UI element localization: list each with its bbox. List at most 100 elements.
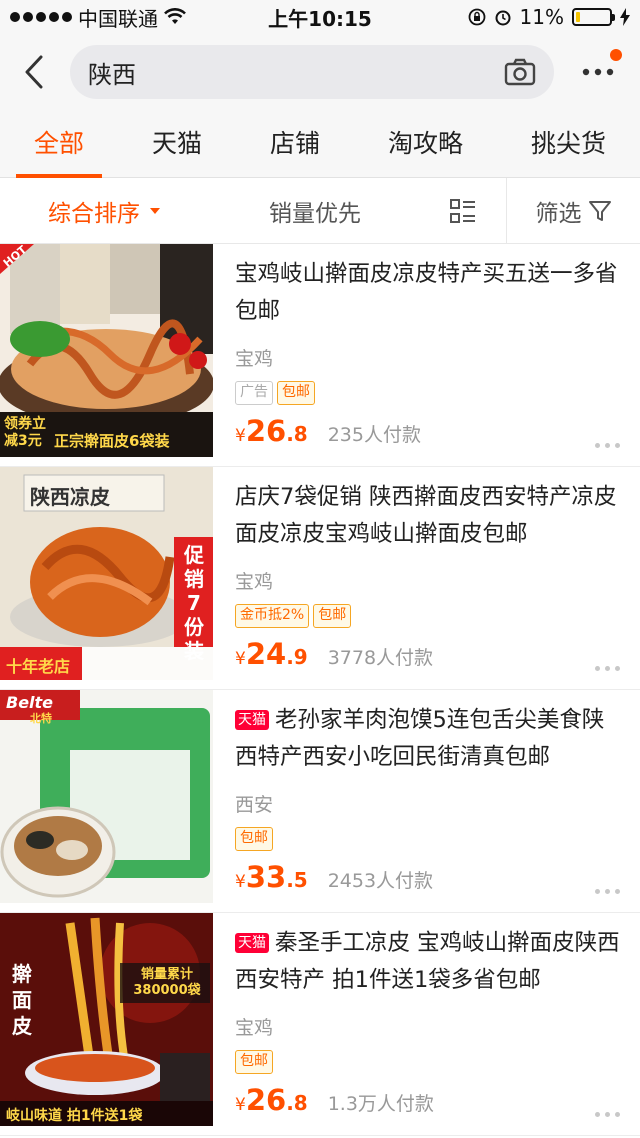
caret-down-icon: [150, 207, 160, 214]
lock-rotation-icon: [468, 8, 485, 26]
more-menu-button[interactable]: [570, 45, 626, 99]
charging-icon: [620, 8, 630, 26]
product-title[interactable]: 宝鸡岐山擀面皮凉皮特产买五送一多省包邮: [235, 256, 622, 330]
battery-icon: [572, 8, 615, 26]
free-shipping-tag: 包邮: [235, 1050, 273, 1074]
coin-deduct-tag: 金币抵2%: [235, 604, 310, 628]
product-title[interactable]: 店庆7袋促销 陕西擀面皮西安特产凉皮面皮凉皮宝鸡岐山擀面皮包邮: [235, 479, 622, 553]
tab-shops[interactable]: 店铺: [260, 110, 330, 178]
tmall-badge: 天猫: [235, 710, 269, 730]
free-shipping-tag: 包邮: [277, 381, 315, 405]
product-location: 宝鸡: [235, 348, 274, 370]
list-view-icon: [450, 198, 475, 223]
sold-count: 2453人付款: [327, 870, 434, 892]
battery-percent: 11%: [519, 5, 564, 29]
price-row: ¥ 26 .8 1.3万人付款: [213, 1083, 640, 1117]
price-row: ¥ 26 .8 235人付款: [213, 414, 640, 448]
image-caption-1: 陕西凉皮: [30, 485, 110, 509]
price-integer: 33: [245, 860, 287, 894]
product-title[interactable]: 天猫 老孙家羊肉泡馍5连包舌尖美食陕西特产西安小吃回民街清真包邮: [235, 702, 622, 776]
product-title[interactable]: 天猫 秦圣手工凉皮 宝鸡岐山擀面皮陕西西安特产 拍1件送1袋多省包邮: [235, 925, 622, 999]
image-caption-1: 领券立减3元: [4, 416, 46, 449]
product-image[interactable]: 陕西凉皮 促销7份装 十年老店: [0, 467, 213, 680]
price-integer: 26: [245, 414, 287, 448]
price-integer: 26: [245, 1083, 287, 1117]
product-image[interactable]: HOT 领券立减3元 正宗擀面皮6袋装: [0, 244, 213, 457]
sort-sales-label: 销量优先: [269, 200, 361, 227]
product-title-text: 店庆7袋促销 陕西擀面皮西安特产凉皮面皮凉皮宝鸡岐山擀面皮包邮: [235, 484, 617, 547]
sold-count: 1.3万人付款: [327, 1093, 434, 1115]
item-more-button[interactable]: [595, 889, 620, 894]
sort-comprehensive-button[interactable]: 综合排序: [0, 178, 210, 243]
image-caption-3: 岐山味道 拍1件送1袋: [6, 1108, 143, 1124]
alarm-icon: [495, 10, 511, 26]
price-decimal: .8: [286, 1091, 308, 1115]
product-location: 西安: [235, 794, 274, 816]
sort-comprehensive-label: 综合排序: [48, 200, 140, 227]
product-location: 宝鸡: [235, 1017, 274, 1039]
status-left: 中国联通: [10, 3, 186, 32]
image-caption-1: 擀面皮: [12, 962, 32, 1038]
product-tags: 包邮: [235, 1050, 622, 1074]
filter-label: 筛选: [535, 200, 582, 227]
product-tags: 包邮: [235, 827, 622, 851]
product-title-text: 秦圣手工凉皮 宝鸡岐山擀面皮陕西西安特产 拍1件送1袋多省包邮: [235, 930, 620, 993]
ad-tag: 广告: [235, 381, 273, 405]
product-card[interactable]: HOT 领券立减3元 正宗擀面皮6袋装 宝鸡岐山擀面皮凉皮特产买五送一多省包邮 …: [0, 244, 640, 467]
notification-dot: [610, 49, 622, 61]
carrier-label: 中国联通: [78, 6, 158, 31]
item-more-button[interactable]: [595, 666, 620, 671]
signal-icon: [10, 12, 72, 22]
category-tabs: 全部 天猫 店铺 淘攻略 挑尖货: [0, 110, 640, 178]
image-caption-2: 销量累计380000袋: [133, 967, 201, 998]
chevron-left-icon: [25, 55, 43, 89]
filter-button[interactable]: 筛选: [506, 178, 640, 243]
product-image[interactable]: 擀面皮 销量累计380000袋 岐山味道 拍1件送1袋: [0, 913, 213, 1126]
wifi-icon: [164, 8, 186, 24]
product-location: 宝鸡: [235, 571, 274, 593]
image-side-text: 促销7份装: [184, 543, 204, 663]
view-toggle-button[interactable]: [420, 178, 506, 243]
search-header: 陕西: [0, 34, 640, 110]
brand-logo-cn: 北特: [30, 712, 52, 725]
search-input[interactable]: 陕西: [70, 45, 554, 99]
price-row: ¥ 33 .5 2453人付款: [213, 860, 640, 894]
more-dots-icon: [582, 68, 614, 76]
currency-symbol: ¥: [235, 649, 246, 669]
free-shipping-tag: 包邮: [235, 827, 273, 851]
camera-icon[interactable]: [504, 58, 536, 86]
product-title-text: 老孙家羊肉泡馍5连包舌尖美食陕西特产西安小吃回民街清真包邮: [235, 707, 605, 770]
tab-picks[interactable]: 挑尖货: [521, 110, 616, 178]
tab-tmall[interactable]: 天猫: [142, 110, 212, 178]
price-integer: 24: [245, 637, 287, 671]
sort-sales-button[interactable]: 销量优先: [210, 178, 420, 243]
product-card[interactable]: Belte 北特 天猫 老孙家羊肉泡馍5连包舌尖美食陕西特产西安小吃回民街清真包邮…: [0, 690, 640, 913]
item-more-button[interactable]: [595, 443, 620, 448]
tab-guides[interactable]: 淘攻略: [378, 110, 473, 178]
free-shipping-tag: 包邮: [313, 604, 352, 628]
product-list: HOT 领券立减3元 正宗擀面皮6袋装 宝鸡岐山擀面皮凉皮特产买五送一多省包邮 …: [0, 244, 640, 1136]
price-decimal: .9: [286, 645, 308, 669]
image-caption-2: 十年老店: [6, 657, 71, 676]
product-card[interactable]: 擀面皮 销量累计380000袋 岐山味道 拍1件送1袋 天猫 秦圣手工凉皮 宝鸡岐…: [0, 913, 640, 1136]
sold-count: 3778人付款: [327, 647, 434, 669]
price-row: ¥ 24 .9 3778人付款: [213, 637, 640, 671]
status-right: 11%: [468, 5, 630, 29]
back-button[interactable]: [14, 52, 54, 92]
image-caption-2: 正宗擀面皮6袋装: [54, 432, 170, 450]
product-card[interactable]: 陕西凉皮 促销7份装 十年老店 店庆7袋促销 陕西擀面皮西安特产凉皮面皮凉皮宝鸡…: [0, 467, 640, 690]
status-bar: 中国联通 上午10:15 11%: [0, 0, 640, 34]
product-title-text: 宝鸡岐山擀面皮凉皮特产买五送一多省包邮: [235, 261, 618, 324]
search-query: 陕西: [88, 60, 136, 89]
currency-symbol: ¥: [235, 1095, 246, 1115]
product-tags: 金币抵2% 包邮: [235, 604, 622, 628]
item-more-button[interactable]: [595, 1112, 620, 1117]
price-decimal: .8: [286, 422, 308, 446]
currency-symbol: ¥: [235, 426, 246, 446]
filter-funnel-icon: [588, 200, 611, 221]
tab-all[interactable]: 全部: [15, 110, 103, 178]
price-decimal: .5: [286, 868, 308, 892]
sold-count: 235人付款: [327, 424, 421, 446]
product-image[interactable]: Belte 北特: [0, 690, 213, 903]
sort-bar: 综合排序 销量优先 筛选: [0, 178, 640, 244]
